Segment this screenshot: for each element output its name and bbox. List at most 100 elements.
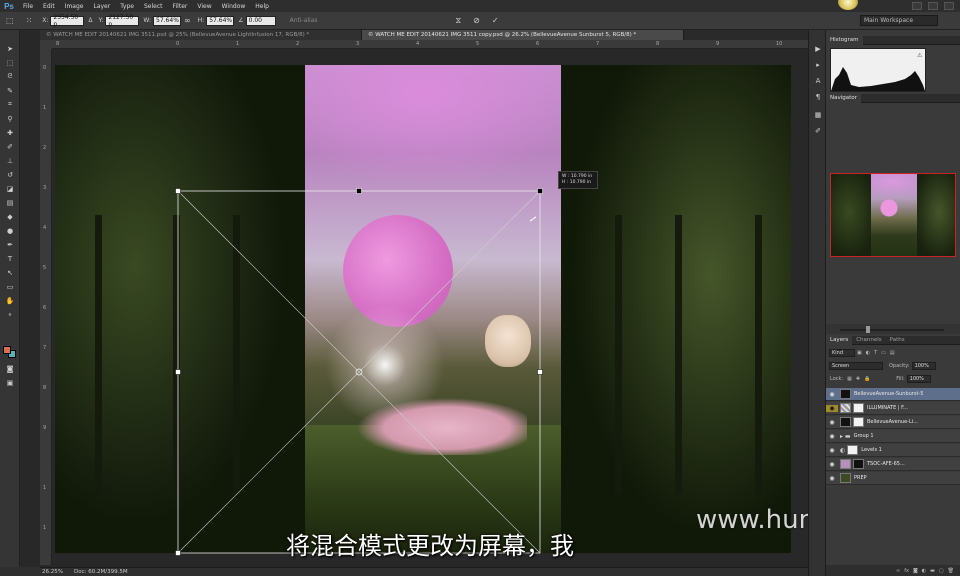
pen-tool-icon[interactable]: ✒ [4,240,16,249]
layer-row-illuminate[interactable]: ◉ ILLUMINATE | F... [826,402,960,415]
paragraph-icon[interactable]: ¶ [813,92,823,102]
navigator-preview[interactable] [830,173,956,257]
layer-row-levels[interactable]: ◉ ◐ Levels 1 [826,444,960,457]
y-position-field[interactable]: 2127.50 p [105,14,140,28]
history-icon[interactable]: ▶ [813,44,823,54]
link-icon[interactable]: ∞ [184,16,191,25]
menu-select[interactable]: Select [139,3,168,10]
swatches-icon[interactable]: ▦ [813,110,823,120]
menu-image[interactable]: Image [60,3,89,10]
quick-select-tool-icon[interactable]: ✎ [4,86,16,95]
maximize-button[interactable] [928,2,938,10]
menu-window[interactable]: Window [217,3,251,10]
zoom-level[interactable]: 26.25% [40,569,74,575]
dodge-tool-icon[interactable]: ● [4,226,16,235]
menu-filter[interactable]: Filter [168,3,193,10]
lasso-tool-icon[interactable]: ᘓ [4,72,16,81]
menu-view[interactable]: View [192,3,216,10]
visibility-eye-icon[interactable]: ◉ [826,461,838,468]
character-icon[interactable]: A [813,76,823,86]
opacity-field[interactable]: 100% [911,361,936,370]
document-image[interactable] [55,65,791,553]
layer-row-tsoc[interactable]: ◉ TSOC-AFE-65... [826,458,960,471]
clone-stamp-tool-icon[interactable]: ⊥ [4,156,16,165]
close-button[interactable] [944,2,954,10]
new-layer-icon[interactable]: ▢ [937,568,946,574]
menu-layer[interactable]: Layer [88,3,115,10]
healing-tool-icon[interactable]: ✚ [4,128,16,137]
tab-document-2[interactable]: © WATCH ME EDIT 20140621 IMG 3511 copy.p… [362,30,684,40]
marquee-tool-icon[interactable]: ⬚ [4,58,16,67]
visibility-eye-icon[interactable]: ◉ [826,391,838,398]
layer-row-sunburst[interactable]: ◉ BellevueAvenue-Sunburst-5 [826,388,960,401]
filter-pixel-icon[interactable]: ▣ [855,350,864,356]
brush-presets-icon[interactable]: ✐ [813,126,823,136]
menu-type[interactable]: Type [115,3,139,10]
menu-edit[interactable]: Edit [38,3,60,10]
filter-type-icon[interactable]: T [872,350,879,356]
tab-histogram[interactable]: Histogram [826,35,863,45]
menu-help[interactable]: Help [250,3,274,10]
menu-file[interactable]: File [18,3,38,10]
new-adjustment-icon[interactable]: ◐ [920,568,928,574]
lock-position-icon[interactable]: ✚ [854,376,862,382]
foreground-color-swatch[interactable] [3,346,11,354]
layer-kind-filter[interactable]: Kind [829,348,855,357]
tab-layers[interactable]: Layers [826,335,853,345]
antialias-checkbox[interactable]: Anti-alias [290,17,318,24]
new-group-icon[interactable]: ▬ [928,568,937,574]
workspace-select[interactable]: Main Workspace [860,15,938,26]
gradient-tool-icon[interactable]: ▤ [4,198,16,207]
eyedropper-tool-icon[interactable]: ⚲ [4,114,16,123]
layer-row-lightinfusion[interactable]: ◉ BellevueAvenue-Li... [826,416,960,429]
tab-navigator[interactable]: Navigator [826,93,861,103]
visibility-eye-icon[interactable]: ◉ [826,404,838,412]
angle-field[interactable]: 0.00 [245,15,276,26]
add-mask-icon[interactable]: ◙ [911,568,920,574]
actions-icon[interactable]: ▸ [813,60,823,70]
hand-tool-icon[interactable]: ✋ [4,296,16,305]
quick-mask-icon[interactable]: ◙ [4,364,16,373]
delete-layer-icon[interactable]: 🗑 [946,568,956,574]
minimize-button[interactable] [912,2,922,10]
navigator-zoom-knob[interactable] [866,326,870,333]
layer-row-group[interactable]: ◉ ▸ ▬ Group 1 [826,430,960,443]
history-brush-tool-icon[interactable]: ↺ [4,170,16,179]
lock-pixels-icon[interactable]: ▦ [845,376,854,382]
link-layers-icon[interactable]: ∞ [894,568,902,574]
tab-document-1[interactable]: © WATCH ME EDIT 20140621 IMG 3511.psd @ … [40,30,362,40]
width-field[interactable]: 57.64% [153,15,182,26]
path-select-tool-icon[interactable]: ↖ [4,268,16,277]
layer-style-icon[interactable]: fx [902,568,911,574]
type-tool-icon[interactable]: T [4,254,16,263]
eraser-tool-icon[interactable]: ◪ [4,184,16,193]
zoom-tool-icon[interactable]: ⚬ [4,310,16,319]
reference-point-icon[interactable]: ⁙ [26,16,33,25]
document-size[interactable]: Doc: 60.2M/399.5M [74,569,128,575]
fill-field[interactable]: 100% [906,374,931,383]
tab-channels[interactable]: Channels [852,336,885,345]
crop-tool-icon[interactable]: ⌗ [4,100,16,109]
visibility-eye-icon[interactable]: ◉ [826,475,838,482]
screen-mode-icon[interactable]: ▣ [4,378,16,387]
brush-tool-icon[interactable]: ✐ [4,142,16,151]
cancel-transform-icon[interactable]: ⊘ [473,16,480,25]
filter-shape-icon[interactable]: ▭ [879,350,888,356]
layer-row-prep[interactable]: ◉ PREP [826,472,960,485]
move-tool-icon[interactable]: ➤ [4,44,16,53]
canvas-area[interactable]: W : 10.790 in H : 10.790 in www.hunls.co… [52,49,900,565]
visibility-eye-icon[interactable]: ◉ [826,447,838,454]
filter-adjust-icon[interactable]: ◐ [864,350,872,356]
tab-paths[interactable]: Paths [886,336,909,345]
x-position-field[interactable]: 2554.50 p [50,14,85,28]
blur-tool-icon[interactable]: ◆ [4,212,16,221]
lock-all-icon[interactable]: 🔒 [862,376,872,382]
height-field[interactable]: 57.64% [206,15,235,26]
shape-tool-icon[interactable]: ▭ [4,282,16,291]
visibility-eye-icon[interactable]: ◉ [826,433,838,440]
warp-icon[interactable]: ⧖ [456,16,462,26]
commit-transform-icon[interactable]: ✓ [492,16,499,25]
visibility-eye-icon[interactable]: ◉ [826,419,838,426]
blend-mode-select[interactable]: Screen [829,361,883,370]
filter-smart-icon[interactable]: ▤ [888,350,897,356]
